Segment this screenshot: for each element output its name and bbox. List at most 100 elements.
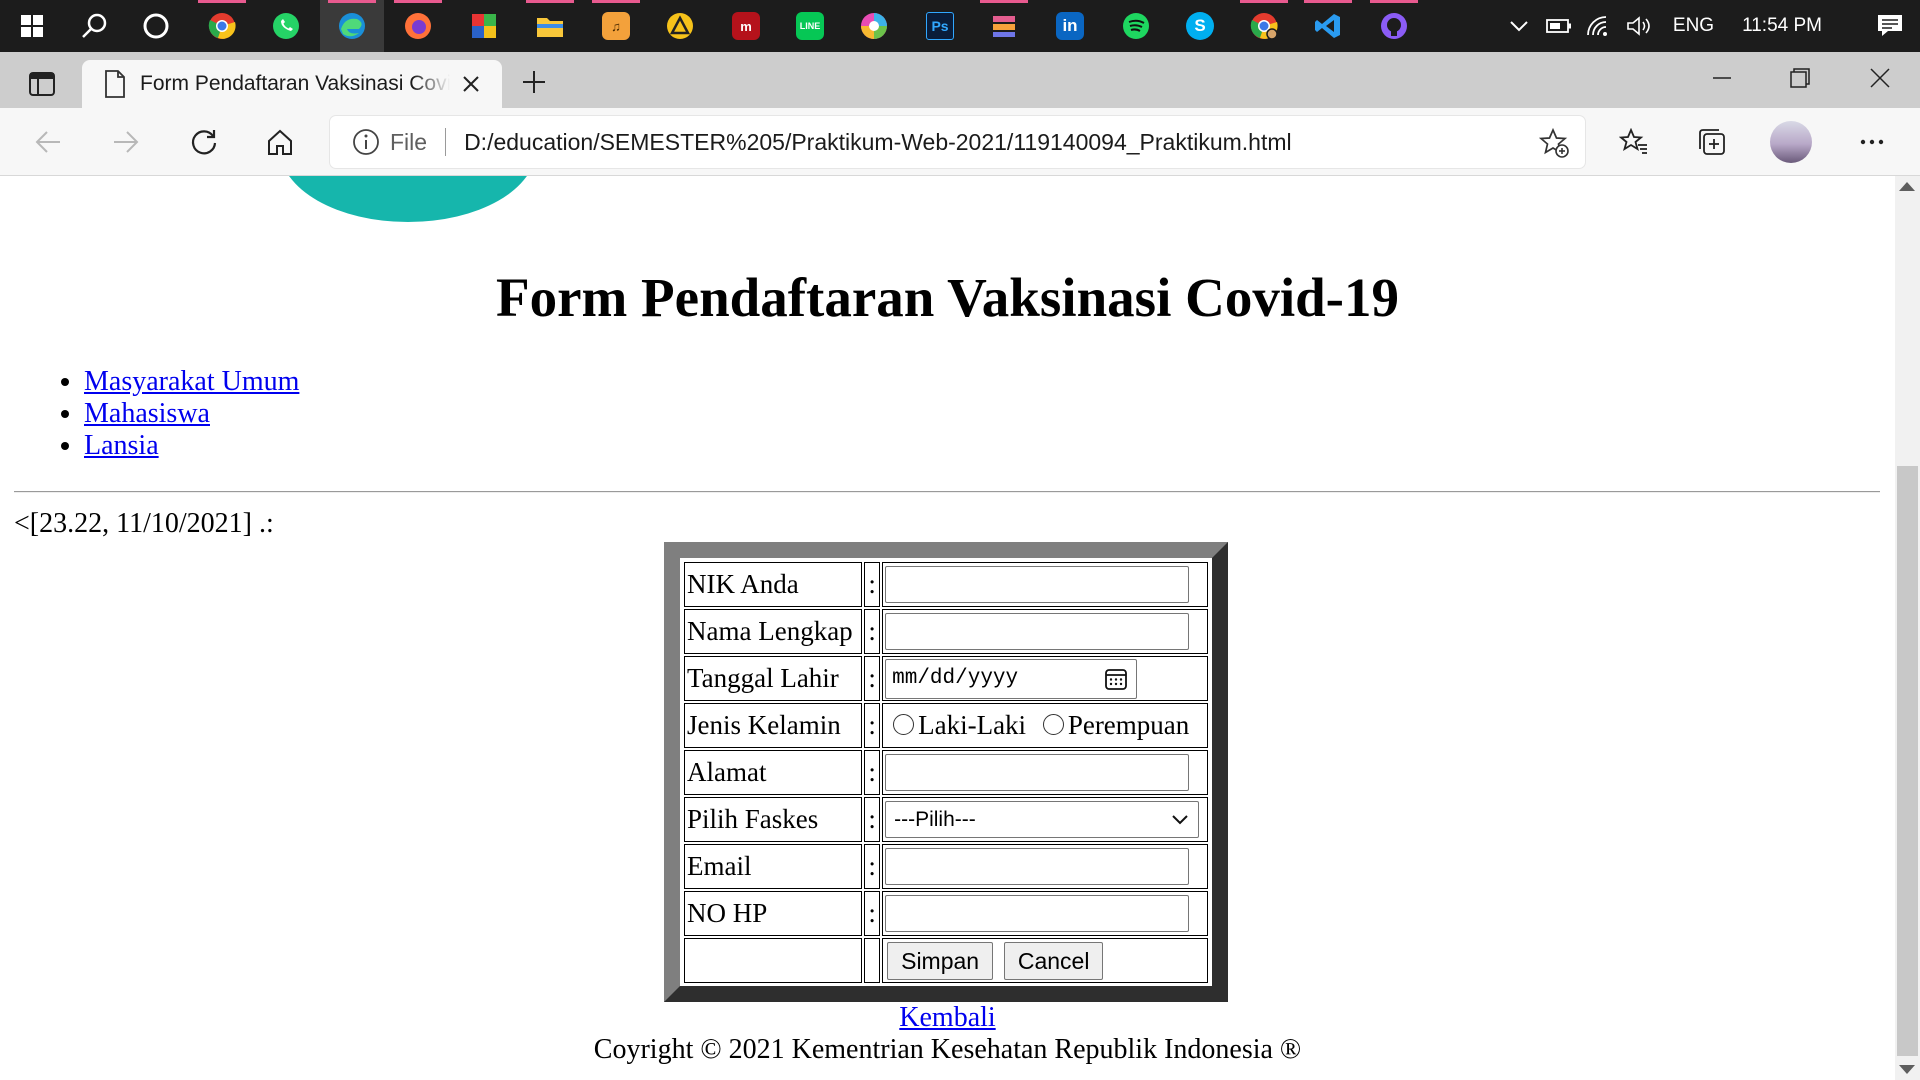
favorites-icon[interactable] <box>1610 118 1658 166</box>
back-icon[interactable] <box>24 118 72 166</box>
home-icon[interactable] <box>256 118 304 166</box>
forward-icon[interactable] <box>102 118 150 166</box>
windows-start-icon[interactable] <box>0 0 64 52</box>
vscode-icon[interactable] <box>1296 0 1360 52</box>
list-item: Lansia <box>84 430 299 462</box>
radio-label-laki-laki: Laki-Laki <box>918 710 1027 740</box>
table-row: NO HP : <box>684 891 1208 936</box>
windows-taskbar: ♫ m LINE Ps in S ENG 11:54 PM <box>0 0 1920 52</box>
fl-studio-icon[interactable]: ♫ <box>584 0 648 52</box>
chrome-profile-icon[interactable] <box>1232 0 1296 52</box>
nama-label: Nama Lengkap <box>684 609 863 654</box>
scrollbar-thumb[interactable] <box>1897 466 1918 1056</box>
colon-cell: : <box>864 562 881 607</box>
skype-icon[interactable]: S <box>1168 0 1232 52</box>
wifi-icon[interactable] <box>1579 0 1619 52</box>
colon-cell: : <box>864 797 881 842</box>
url-text[interactable]: D:/education/SEMESTER%205/Praktikum-Web-… <box>464 129 1292 156</box>
close-window-icon[interactable] <box>1842 52 1918 104</box>
scroll-up-icon[interactable] <box>1899 182 1915 191</box>
colon-cell: : <box>864 656 881 701</box>
empty-cell <box>684 938 863 983</box>
nav-link-lansia[interactable]: Lansia <box>84 430 159 461</box>
chevron-down-icon <box>1172 814 1188 825</box>
tanggal-lahir-input[interactable]: mm/dd/yyyy <box>885 658 1138 699</box>
archicad-icon[interactable] <box>648 0 712 52</box>
header-logo-image <box>280 176 536 222</box>
clock[interactable]: 11:54 PM <box>1728 15 1860 37</box>
jenis-kelamin-label: Jenis Kelamin <box>684 703 863 748</box>
alamat-input[interactable] <box>885 754 1190 791</box>
info-icon[interactable] <box>352 128 380 156</box>
new-tab-icon[interactable] <box>512 60 556 104</box>
colon-cell: : <box>864 703 881 748</box>
volume-icon[interactable] <box>1619 0 1659 52</box>
language-indicator[interactable]: ENG <box>1659 15 1728 37</box>
calendar-icon[interactable] <box>1104 667 1128 691</box>
minimize-icon[interactable] <box>1684 52 1760 104</box>
footer-copyright: Coyright © 2021 Kementrian Kesehatan Rep… <box>593 1034 1302 1065</box>
email-input[interactable] <box>885 848 1190 885</box>
picasa-icon[interactable] <box>842 0 906 52</box>
tab-title: Form Pendaftaran Vaksinasi Covid-19 <box>140 72 450 95</box>
colon-cell: : <box>864 609 881 654</box>
simpan-button[interactable]: Simpan <box>887 941 994 980</box>
table-row: Jenis Kelamin : Laki-Laki Perempuan <box>684 703 1208 748</box>
photoshop-icon[interactable]: Ps <box>908 0 972 52</box>
battery-icon[interactable] <box>1539 0 1579 52</box>
table-row: Simpan Cancel <box>684 938 1208 983</box>
github-desktop-icon[interactable] <box>1362 0 1426 52</box>
nav-link-mahasiswa[interactable]: Mahasiswa <box>84 398 210 429</box>
collections-icon[interactable] <box>1688 118 1736 166</box>
linkedin-icon[interactable]: in <box>1038 0 1102 52</box>
table-row: Alamat : <box>684 750 1208 795</box>
profile-avatar[interactable] <box>1770 121 1812 163</box>
more-options-icon[interactable] <box>1848 118 1896 166</box>
close-tab-icon[interactable] <box>462 75 480 93</box>
list-item: Mahasiswa <box>84 398 299 430</box>
tab-actions-icon[interactable] <box>18 60 66 108</box>
cortana-icon[interactable] <box>124 0 188 52</box>
file-explorer-icon[interactable] <box>518 0 582 52</box>
nama-input[interactable] <box>885 613 1190 650</box>
radio-label-perempuan: Perempuan <box>1067 710 1190 740</box>
email-label: Email <box>684 844 863 889</box>
search-icon[interactable] <box>62 0 126 52</box>
address-bar[interactable]: File D:/education/SEMESTER%205/Praktikum… <box>330 116 1585 168</box>
chrome-icon[interactable] <box>190 0 254 52</box>
kembali-link[interactable]: Kembali <box>899 1002 995 1033</box>
chevron-up-icon[interactable] <box>1499 0 1539 52</box>
tab-active[interactable]: Form Pendaftaran Vaksinasi Covid-19 <box>82 60 502 108</box>
whatsapp-icon[interactable] <box>254 0 318 52</box>
table-row: Tanggal Lahir : mm/dd/yyyy <box>684 656 1208 701</box>
alamat-label: Alamat <box>684 750 863 795</box>
scroll-down-icon[interactable] <box>1899 1065 1915 1074</box>
radio-laki-laki[interactable] <box>893 714 915 735</box>
faskes-select[interactable]: ---Pilih--- <box>885 801 1200 838</box>
nik-input[interactable] <box>885 566 1190 603</box>
winrar-icon[interactable] <box>452 0 516 52</box>
refresh-icon[interactable] <box>180 118 228 166</box>
sublime-merge-icon[interactable] <box>972 0 1036 52</box>
vertical-scrollbar[interactable] <box>1895 176 1920 1080</box>
spotify-icon[interactable] <box>1104 0 1168 52</box>
date-placeholder: mm/dd/yyyy <box>892 667 1019 690</box>
tab-strip: Form Pendaftaran Vaksinasi Covid-19 <box>0 52 1920 108</box>
mendeley-icon[interactable]: m <box>714 0 778 52</box>
edge-icon[interactable] <box>320 0 384 52</box>
browser-toolbar: File D:/education/SEMESTER%205/Praktikum… <box>0 108 1920 176</box>
nav-link-masyarakat-umum[interactable]: Masyarakat Umum <box>84 366 299 397</box>
line-icon[interactable]: LINE <box>778 0 842 52</box>
add-favorite-icon[interactable] <box>1539 128 1569 158</box>
no-hp-input[interactable] <box>885 895 1190 932</box>
notification-icon[interactable] <box>1860 0 1920 52</box>
table-row: Email : <box>684 844 1208 889</box>
colon-cell: : <box>864 891 881 936</box>
cancel-button[interactable]: Cancel <box>1003 941 1104 980</box>
radio-perempuan[interactable] <box>1042 714 1064 735</box>
firefox-icon[interactable] <box>386 0 450 52</box>
empty-cell <box>864 938 881 983</box>
table-row: Pilih Faskes : ---Pilih--- <box>684 797 1208 842</box>
restore-icon[interactable] <box>1762 52 1838 104</box>
colon-cell: : <box>864 750 881 795</box>
